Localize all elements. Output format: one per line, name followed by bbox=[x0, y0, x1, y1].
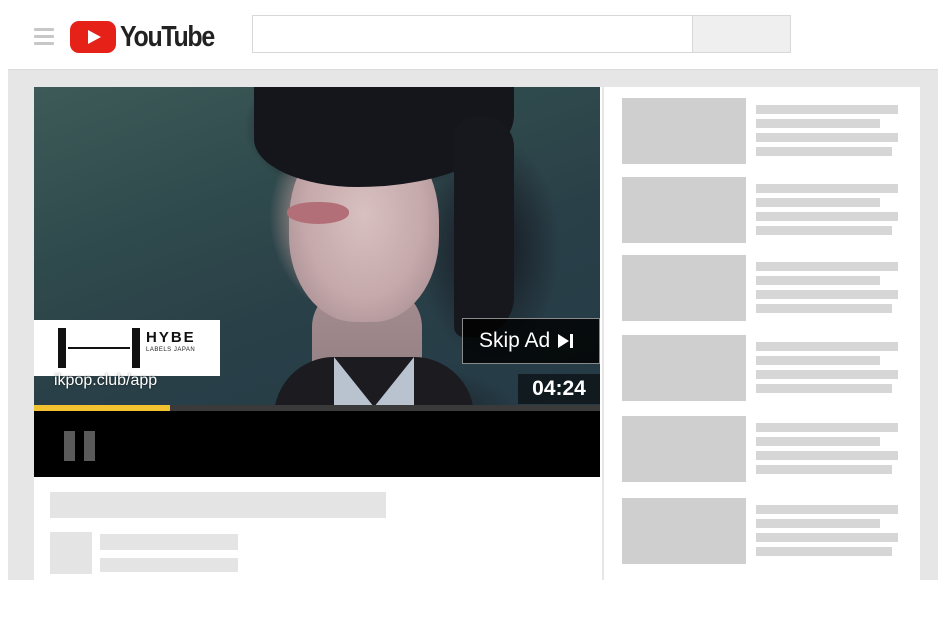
recommendations-sidebar bbox=[604, 87, 920, 580]
recommendation-text-placeholder bbox=[756, 465, 892, 474]
recommendation-text-placeholder bbox=[756, 370, 898, 379]
recommendation-text-placeholder bbox=[756, 384, 892, 393]
recommendation-text-placeholder bbox=[756, 105, 898, 114]
recommendation-thumbnail bbox=[622, 498, 746, 564]
recommendation-text-placeholder bbox=[756, 147, 892, 156]
recommendation-item[interactable] bbox=[622, 98, 912, 166]
recommendation-thumbnail bbox=[622, 177, 746, 243]
ad-time-remaining: 04:24 bbox=[518, 374, 600, 404]
advertiser-logo[interactable]: HYBE LABELS JAPAN bbox=[34, 320, 220, 376]
player-controls bbox=[34, 411, 600, 477]
channel-meta-placeholder bbox=[100, 558, 238, 572]
channel-name-placeholder bbox=[100, 534, 238, 550]
recommendation-text-placeholder bbox=[756, 133, 898, 142]
main-column: HYBE LABELS JAPAN ikpop.club/app Skip Ad… bbox=[34, 87, 602, 580]
skip-next-icon bbox=[558, 333, 574, 349]
video-title-placeholder bbox=[50, 492, 386, 518]
recommendation-text-placeholder bbox=[756, 304, 892, 313]
recommendation-text-placeholder bbox=[756, 198, 880, 207]
recommendation-text-placeholder bbox=[756, 356, 880, 365]
top-bar: YouTube bbox=[8, 6, 938, 70]
recommendation-text-placeholder bbox=[756, 505, 898, 514]
recommendation-thumbnail bbox=[622, 98, 746, 164]
hybe-mark-icon bbox=[58, 328, 140, 368]
video-player[interactable]: HYBE LABELS JAPAN ikpop.club/app Skip Ad… bbox=[34, 87, 600, 405]
recommendation-text-placeholder bbox=[756, 547, 892, 556]
youtube-logo[interactable]: YouTube bbox=[70, 20, 229, 54]
recommendation-text-placeholder bbox=[756, 119, 880, 128]
recommendation-text-placeholder bbox=[756, 423, 898, 432]
recommendation-text-placeholder bbox=[756, 519, 880, 528]
menu-icon[interactable] bbox=[34, 28, 54, 46]
recommendation-text-placeholder bbox=[756, 262, 898, 271]
search-input[interactable] bbox=[252, 15, 693, 53]
recommendation-text-placeholder bbox=[756, 533, 898, 542]
recommendation-text-placeholder bbox=[756, 437, 880, 446]
recommendation-item[interactable] bbox=[622, 177, 912, 245]
recommendation-item[interactable] bbox=[622, 416, 912, 484]
search-button[interactable] bbox=[693, 15, 791, 53]
recommendation-text-placeholder bbox=[756, 212, 898, 221]
recommendation-text-placeholder bbox=[756, 451, 898, 460]
recommendation-item[interactable] bbox=[622, 335, 912, 403]
advertiser-url[interactable]: ikpop.club/app bbox=[54, 372, 157, 390]
logo-text: YouTube bbox=[120, 20, 215, 53]
recommendation-thumbnail bbox=[622, 416, 746, 482]
recommendation-thumbnail bbox=[622, 255, 746, 321]
advertiser-brand: HYBE bbox=[146, 329, 196, 346]
recommendation-text-placeholder bbox=[756, 290, 898, 299]
advertiser-brand-sub: LABELS JAPAN bbox=[146, 347, 196, 353]
youtube-play-icon bbox=[70, 21, 116, 53]
skip-ad-button[interactable]: Skip Ad bbox=[462, 318, 600, 364]
recommendation-text-placeholder bbox=[756, 342, 898, 351]
skip-ad-label: Skip Ad bbox=[479, 329, 551, 352]
pause-icon[interactable] bbox=[64, 431, 96, 461]
browser-frame: YouTube HYBE LABELS JAPAN ikpop.club/app… bbox=[8, 6, 938, 580]
recommendation-item[interactable] bbox=[622, 498, 912, 566]
recommendation-text-placeholder bbox=[756, 226, 892, 235]
recommendation-text-placeholder bbox=[756, 184, 898, 193]
channel-avatar-placeholder bbox=[50, 532, 92, 574]
recommendation-item[interactable] bbox=[622, 255, 912, 323]
recommendation-thumbnail bbox=[622, 335, 746, 401]
recommendation-text-placeholder bbox=[756, 276, 880, 285]
